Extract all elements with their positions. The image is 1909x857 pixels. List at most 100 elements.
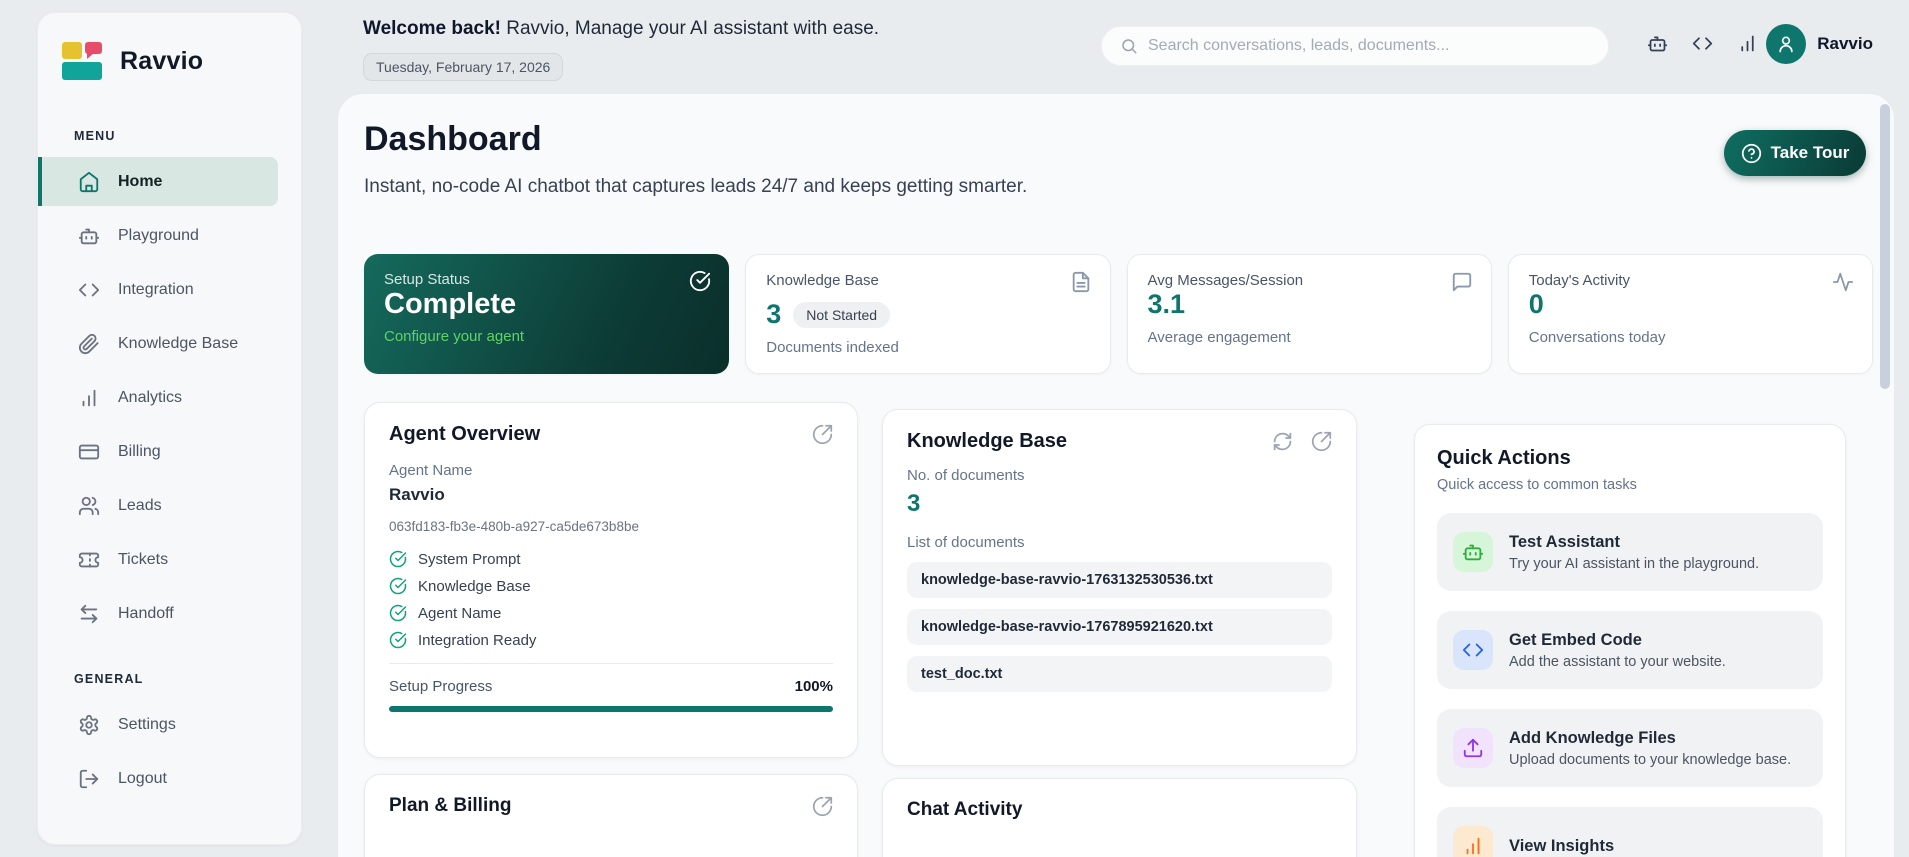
brand-logo: Ravvio [38, 39, 301, 83]
check-circle-icon [389, 604, 407, 622]
activity-icon [1832, 271, 1854, 293]
sidebar-item-logout[interactable]: Logout [38, 754, 278, 803]
document-list-item[interactable]: knowledge-base-ravvio-1763132530536.txt [907, 562, 1332, 598]
sidebar-item-home[interactable]: Home [38, 157, 278, 206]
stat-title: Setup Status [384, 271, 709, 288]
stat-title: Avg Messages/Session [1148, 272, 1471, 289]
checklist-item: Agent Name [389, 604, 833, 622]
take-tour-button[interactable]: Take Tour [1724, 130, 1866, 176]
brand-name: Ravvio [120, 47, 203, 76]
robot-icon[interactable] [1647, 33, 1668, 54]
search-bar[interactable] [1101, 26, 1609, 66]
checklist-label: System Prompt [418, 551, 521, 568]
quick-action-label: View Insights [1509, 837, 1614, 856]
welcome-bold: Welcome back! [363, 18, 501, 39]
welcome-message: Welcome back! Ravvio, Manage your AI ass… [363, 18, 879, 40]
avg-messages-stat-card: Avg Messages/Session 3.1 Average engagem… [1127, 254, 1492, 374]
quick-action-view-insights[interactable]: View Insights [1437, 807, 1823, 857]
quick-action-label: Test Assistant [1509, 533, 1759, 552]
checklist-item: System Prompt [389, 550, 833, 568]
main-scrollbar-thumb[interactable] [1880, 104, 1890, 389]
page-title: Dashboard [364, 120, 542, 159]
gear-icon [78, 714, 100, 736]
quick-action-add-knowledge-files[interactable]: Add Knowledge Files Upload documents to … [1437, 709, 1823, 787]
robot-icon [78, 225, 100, 247]
quick-action-description: Add the assistant to your website. [1509, 654, 1726, 670]
setup-progress-label: Setup Progress [389, 678, 492, 695]
logout-icon [78, 768, 100, 790]
divider [389, 663, 833, 664]
checklist-label: Knowledge Base [418, 578, 531, 595]
sidebar-item-handoff[interactable]: Handoff [38, 589, 278, 638]
sidebar-item-tickets[interactable]: Tickets [38, 535, 278, 584]
quick-action-label: Add Knowledge Files [1509, 729, 1791, 748]
stat-value: Complete [384, 288, 709, 321]
ravvio-logo-icon [60, 39, 104, 83]
sidebar-item-label: Knowledge Base [118, 335, 238, 353]
sidebar-item-label: Home [118, 173, 162, 191]
setup-progress-value: 100% [795, 678, 833, 695]
stat-subtitle: Documents indexed [766, 339, 1089, 356]
agent-name-value: Ravvio [389, 485, 833, 505]
sidebar-item-analytics[interactable]: Analytics [38, 373, 278, 422]
plan-billing-card: Plan & Billing [364, 774, 858, 857]
stat-subtitle: Conversations today [1529, 329, 1852, 346]
bar-chart-icon[interactable] [1737, 33, 1758, 54]
search-input[interactable] [1148, 37, 1590, 55]
sidebar-item-label: Handoff [118, 605, 174, 623]
sidebar-item-label: Playground [118, 227, 199, 245]
ticket-icon [78, 549, 100, 571]
sidebar-item-label: Analytics [118, 389, 182, 407]
setup-checklist: System Prompt Knowledge Base Agent Name … [389, 550, 833, 649]
bar-chart-icon [78, 387, 100, 409]
external-link-icon[interactable] [812, 796, 833, 817]
setup-status-card[interactable]: Setup Status Complete Configure your age… [364, 254, 729, 374]
checklist-label: Integration Ready [418, 632, 536, 649]
quick-action-get-embed-code[interactable]: Get Embed Code Add the assistant to your… [1437, 611, 1823, 689]
chat-bubble-icon [1451, 271, 1473, 293]
refresh-icon[interactable] [1272, 431, 1293, 452]
sidebar-item-label: Integration [118, 281, 194, 299]
document-list-item[interactable]: test_doc.txt [907, 656, 1332, 692]
quick-action-description: Try your AI assistant in the playground. [1509, 556, 1759, 572]
quick-action-test-assistant[interactable]: Test Assistant Try your AI assistant in … [1437, 513, 1823, 591]
sidebar-item-label: Tickets [118, 551, 168, 569]
quick-action-label: Get Embed Code [1509, 631, 1726, 650]
stat-subtitle: Average engagement [1148, 329, 1471, 346]
sidebar-item-leads[interactable]: Leads [38, 481, 278, 530]
document-list-item[interactable]: knowledge-base-ravvio-1767895921620.txt [907, 609, 1332, 645]
quick-actions-card: Quick Actions Quick access to common tas… [1414, 424, 1846, 857]
sidebar-item-playground[interactable]: Playground [38, 211, 278, 260]
search-icon [1120, 37, 1138, 55]
checklist-item: Integration Ready [389, 631, 833, 649]
agent-name-label: Agent Name [389, 462, 833, 479]
top-header: Welcome back! Ravvio, Manage your AI ass… [337, 0, 1895, 93]
status-badge: Not Started [793, 302, 890, 328]
bar-chart-icon [1453, 826, 1493, 857]
card-title: Knowledge Base [907, 430, 1067, 453]
sidebar-item-billing[interactable]: Billing [38, 427, 278, 476]
code-icon[interactable] [1692, 33, 1713, 54]
external-link-icon[interactable] [812, 424, 833, 445]
knowledge-base-stat-card: Knowledge Base 3 Not Started Documents i… [745, 254, 1110, 374]
card-title: Agent Overview [389, 423, 540, 446]
sidebar: Ravvio MENU Home Playground Integration … [37, 12, 302, 845]
sidebar-item-label: Leads [118, 497, 162, 515]
external-link-icon[interactable] [1311, 431, 1332, 452]
home-icon [78, 171, 100, 193]
help-circle-icon [1741, 143, 1762, 164]
chat-activity-card: Chat Activity [882, 778, 1357, 857]
paperclip-icon [78, 333, 100, 355]
sidebar-section-general: GENERAL [38, 672, 301, 686]
card-title: Chat Activity [907, 799, 1022, 821]
card-title: Plan & Billing [389, 795, 511, 817]
user-menu[interactable]: Ravvio [1766, 24, 1873, 64]
sidebar-item-settings[interactable]: Settings [38, 700, 278, 749]
sidebar-item-integration[interactable]: Integration [38, 265, 278, 314]
card-title: Quick Actions [1437, 447, 1823, 470]
doc-count-value: 3 [907, 490, 1332, 518]
quick-actions-subtitle: Quick access to common tasks [1437, 477, 1823, 493]
sidebar-item-knowledge-base[interactable]: Knowledge Base [38, 319, 278, 368]
check-circle-icon [389, 550, 407, 568]
check-circle-icon [389, 577, 407, 595]
